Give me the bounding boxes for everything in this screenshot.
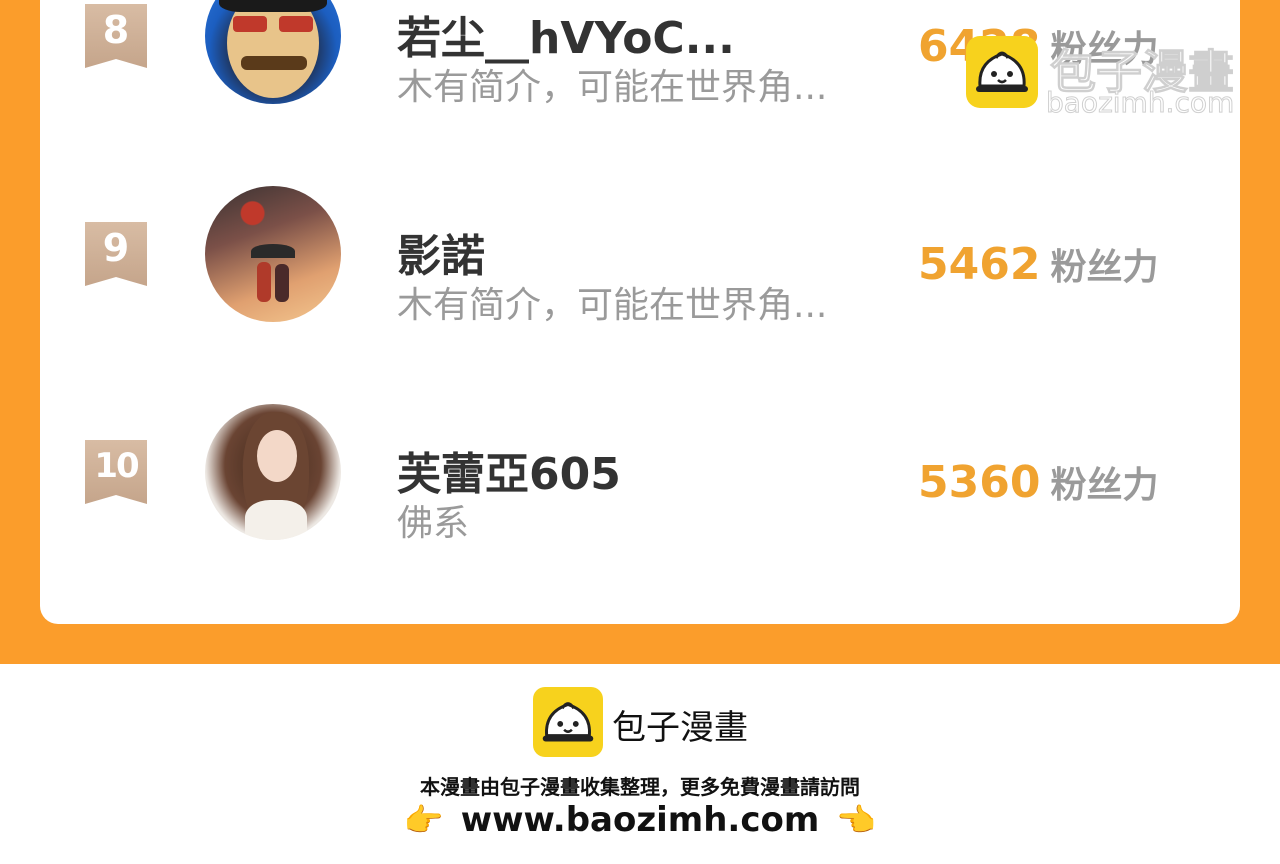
user-bio: 木有简介，可能在世界角... [397, 285, 828, 326]
rank-badge: 10 [85, 440, 147, 504]
bun-logo-icon [966, 36, 1038, 108]
rank-badge: 9 [85, 222, 147, 286]
avatar[interactable] [205, 0, 341, 104]
fans-count: 5360 粉丝力 [918, 456, 1158, 508]
fans-number: 5462 [918, 239, 1041, 290]
footer-url-link[interactable]: www.baozimh.com [461, 800, 820, 840]
user-bio: 木有简介，可能在世界角... [397, 67, 828, 108]
fans-unit: 粉丝力 [1050, 465, 1159, 506]
ranking-row[interactable]: 10 芙蕾亞605 佛系 5360 粉丝力 [40, 404, 1240, 544]
avatar[interactable] [205, 186, 341, 322]
footer-brand: 包子漫畫 [612, 708, 748, 748]
user-name[interactable]: 若尘__hVYoC... [397, 2, 735, 66]
footer-note: 本漫畫由包子漫畫收集整理，更多免費漫畫請訪問 [420, 775, 860, 799]
user-name[interactable]: 影諾 [397, 220, 485, 284]
user-name[interactable]: 芙蕾亞605 [397, 438, 621, 502]
bun-logo-icon [533, 687, 603, 757]
rank-badge: 8 [85, 4, 147, 68]
watermark-url: baozimh.com [1045, 86, 1235, 120]
pointing-right-icon: 👉 [403, 801, 444, 839]
footer-url-row: 👉 www.baozimh.com 👈 [0, 800, 1280, 840]
ranking-row[interactable]: 9 影諾 木有简介，可能在世界角... 5462 粉丝力 [40, 186, 1240, 326]
fans-count: 5462 粉丝力 [918, 238, 1158, 290]
avatar[interactable] [205, 404, 341, 540]
fans-unit: 粉丝力 [1050, 247, 1159, 288]
fans-number: 5360 [918, 457, 1041, 508]
pointing-left-icon: 👈 [836, 801, 877, 839]
user-bio: 佛系 [397, 503, 470, 544]
watermark: 包子漫畫 baozimh.com [966, 36, 1266, 120]
